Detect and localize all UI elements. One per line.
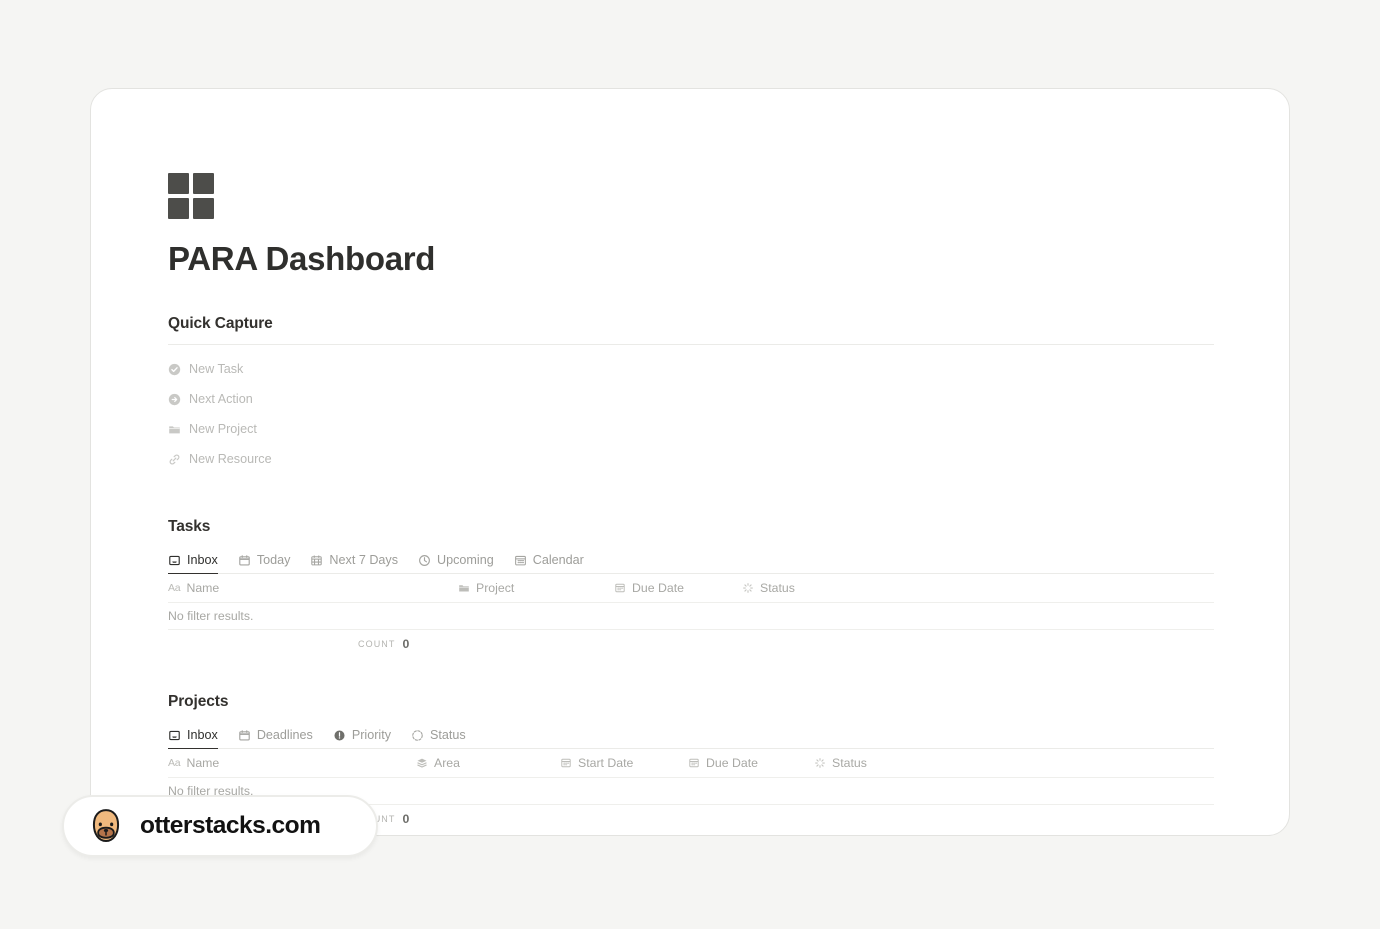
column-header-area[interactable]: Area (416, 756, 560, 770)
tab-tasks-today[interactable]: Today (238, 553, 291, 573)
quick-capture-list: New Task Next Action New Project New Res… (168, 354, 1216, 474)
projects-table-header: Aa Name Area Start Date Due Date Status (168, 749, 1214, 779)
quick-capture-label: New Task (189, 362, 244, 377)
column-label: Project (476, 581, 515, 596)
logo-square-2 (193, 173, 214, 194)
dashed-circle-icon (411, 729, 424, 742)
tasks-count-row: Count 0 (168, 630, 1214, 657)
inbox-icon (168, 729, 181, 742)
watermark-text: otterstacks.com (140, 812, 321, 839)
calendar-date-icon (560, 757, 572, 769)
tab-tasks-calendar[interactable]: Calendar (514, 553, 584, 573)
link-icon (168, 453, 181, 466)
tab-label: Upcoming (437, 553, 494, 568)
column-label: Name (186, 756, 220, 771)
projects-heading: Projects (168, 693, 229, 711)
count-value: 0 (402, 811, 410, 826)
column-label: Name (186, 581, 220, 596)
inbox-icon (168, 554, 181, 567)
calendar-date-icon (688, 757, 700, 769)
tab-tasks-inbox[interactable]: Inbox (168, 553, 218, 575)
quick-capture-label: Next Action (189, 392, 253, 407)
dashboard-content: PARA Dashboard Quick Capture New Task Ne… (168, 173, 1216, 835)
calendar-days-icon (514, 554, 527, 567)
layers-icon (416, 757, 428, 769)
count-label: Count (358, 638, 396, 649)
column-header-due-date[interactable]: Due Date (688, 756, 814, 770)
tab-label: Status (430, 728, 466, 743)
quick-capture-new-project[interactable]: New Project (168, 414, 263, 444)
dashboard-card: PARA Dashboard Quick Capture New Task Ne… (90, 88, 1290, 836)
tasks-empty-message: No filter results. (168, 603, 1214, 631)
tasks-heading: Tasks (168, 518, 211, 536)
calendar-grid-icon (310, 554, 323, 567)
column-header-project[interactable]: Project (458, 581, 614, 595)
calendar-date-icon (614, 582, 626, 594)
check-circle-icon (168, 363, 181, 376)
quick-capture-section: Quick Capture New Task Next Action New P… (168, 315, 1216, 474)
column-header-start-date[interactable]: Start Date (560, 756, 688, 770)
logo-square-1 (168, 173, 189, 194)
quick-capture-next-action[interactable]: Next Action (168, 384, 259, 414)
tasks-table-header: Aa Name Project Due Date Status (168, 574, 1214, 604)
tasks-tab-bar: Inbox Today Next 7 Days Upcoming Calenda… (168, 547, 1214, 575)
column-label: Due Date (632, 581, 684, 596)
folder-icon (458, 582, 470, 594)
tab-projects-priority[interactable]: Priority (333, 728, 391, 748)
column-label: Start Date (578, 756, 634, 771)
otter-mascot-icon (86, 806, 126, 846)
quick-capture-new-resource[interactable]: New Resource (168, 444, 278, 474)
logo-square-4 (193, 198, 214, 219)
grid-squares-icon (168, 173, 214, 219)
status-spinner-icon (742, 582, 754, 594)
quick-capture-heading: Quick Capture (168, 315, 273, 333)
column-label: Area (434, 756, 460, 771)
column-header-due-date[interactable]: Due Date (614, 581, 742, 595)
logo-square-3 (168, 198, 189, 219)
quick-capture-label: New Resource (189, 452, 272, 467)
folder-icon (168, 423, 181, 436)
tab-label: Inbox (187, 553, 218, 568)
column-header-status[interactable]: Status (742, 581, 795, 595)
tab-projects-status[interactable]: Status (411, 728, 466, 748)
page-title: PARA Dashboard (168, 240, 436, 277)
tab-tasks-next-7-days[interactable]: Next 7 Days (310, 553, 398, 573)
clock-icon (418, 554, 431, 567)
quick-capture-new-task[interactable]: New Task (168, 354, 249, 384)
count-value: 0 (402, 636, 410, 651)
status-spinner-icon (814, 757, 826, 769)
watermark-badge[interactable]: otterstacks.com (62, 795, 378, 857)
tab-label: Inbox (187, 728, 218, 743)
column-header-status[interactable]: Status (814, 756, 867, 770)
tab-projects-inbox[interactable]: Inbox (168, 728, 218, 750)
tab-label: Deadlines (256, 728, 313, 743)
tab-label: Next 7 Days (329, 553, 399, 568)
column-label: Due Date (706, 756, 758, 771)
tab-label: Calendar (532, 553, 584, 568)
tab-tasks-upcoming[interactable]: Upcoming (418, 553, 494, 573)
text-aa-icon: Aa (168, 757, 181, 770)
quick-capture-divider (168, 344, 1214, 346)
column-label: Status (760, 581, 795, 596)
quick-capture-label: New Project (189, 422, 257, 437)
column-header-name[interactable]: Aa Name (168, 756, 416, 770)
projects-tab-bar: Inbox Deadlines Priority Status (168, 722, 1214, 750)
tab-label: Priority (351, 728, 392, 743)
calendar-icon (238, 729, 251, 742)
column-header-name[interactable]: Aa Name (168, 581, 458, 595)
tab-projects-deadlines[interactable]: Deadlines (238, 728, 313, 748)
exclamation-circle-icon (333, 729, 346, 742)
tasks-table: Aa Name Project Due Date Status No filte… (168, 574, 1214, 657)
text-aa-icon: Aa (168, 582, 181, 595)
tab-label: Today (256, 553, 291, 568)
calendar-icon (238, 554, 251, 567)
column-label: Status (832, 756, 867, 771)
arrow-right-circle-icon (168, 393, 181, 406)
tasks-section: Tasks Inbox Today Next 7 Days Upcoming C… (168, 518, 1216, 657)
